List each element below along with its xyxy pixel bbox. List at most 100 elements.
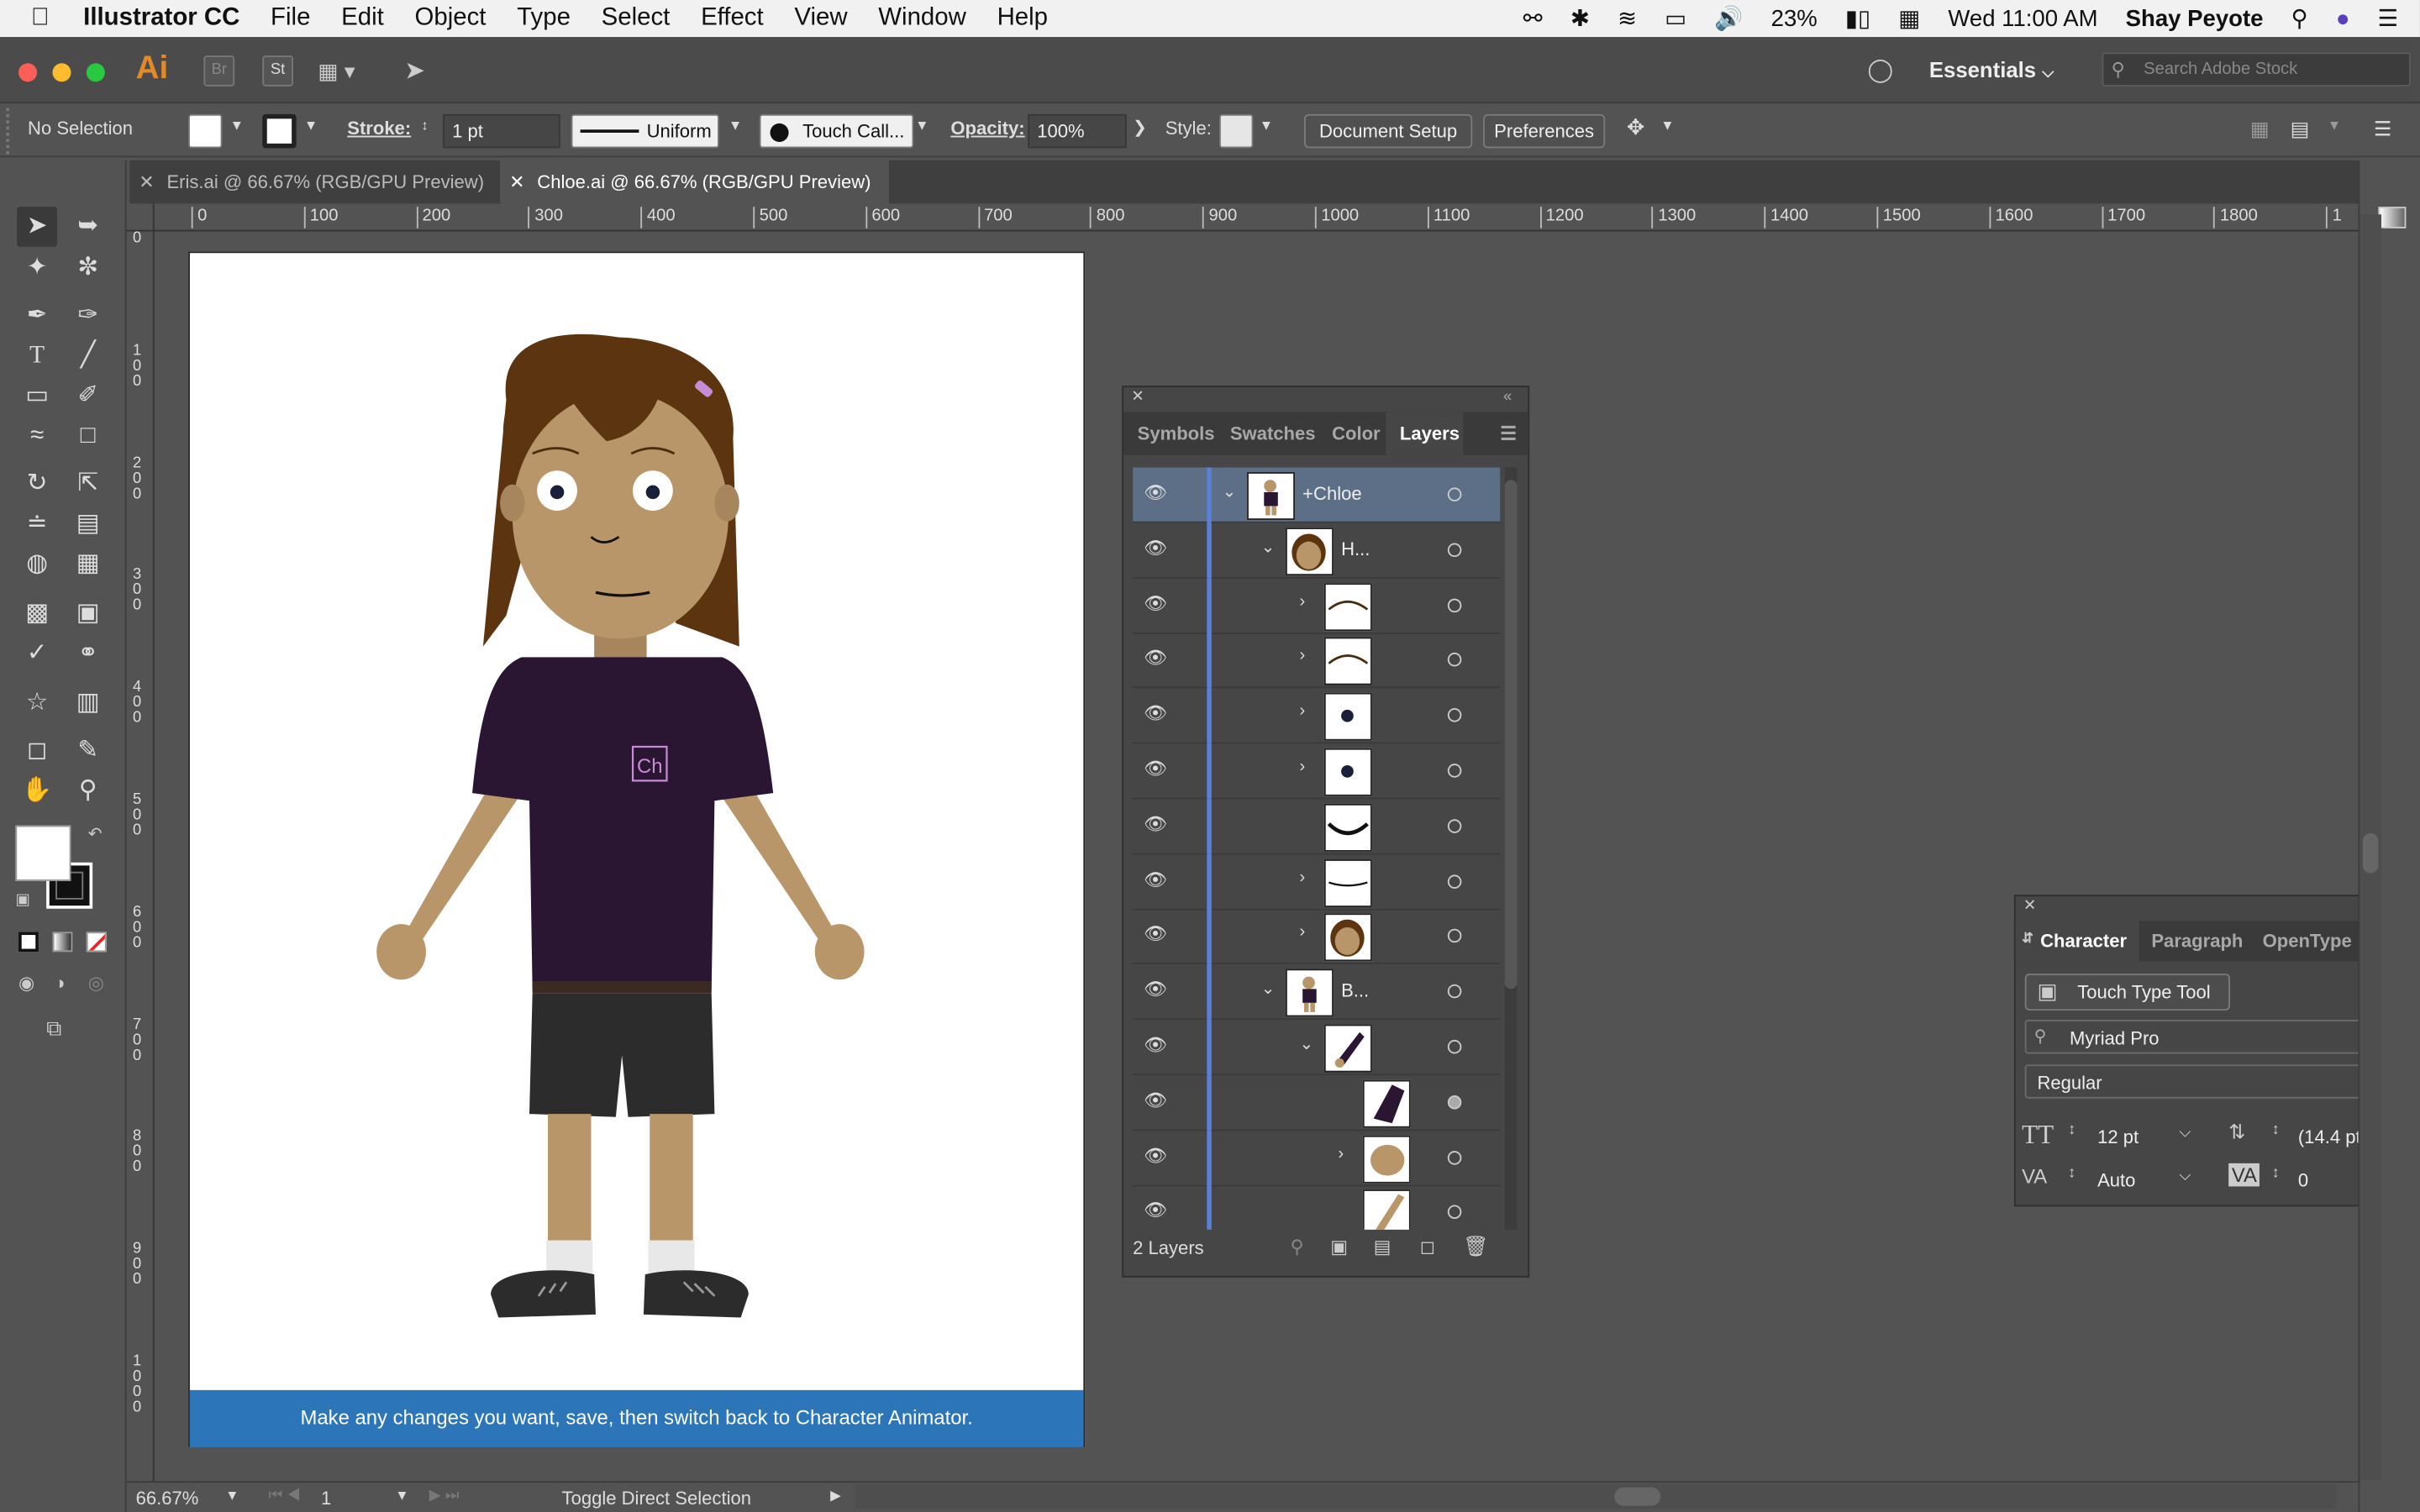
eye-icon[interactable]: 👁 xyxy=(1144,979,1167,1000)
close-icon[interactable]: ✕ xyxy=(1131,389,1144,406)
clipping-mask-icon[interactable]: ▣ xyxy=(1330,1236,1348,1257)
lasso-tool-icon[interactable]: ✼ xyxy=(68,249,108,289)
app-menu[interactable]: Illustrator CC xyxy=(83,5,239,33)
shaper-tool-icon[interactable]: ≈ xyxy=(17,417,57,457)
trash-icon[interactable]: 🗑 xyxy=(1463,1234,1488,1258)
chevron-right-icon[interactable]: › xyxy=(1300,868,1306,886)
eye-icon[interactable]: 👁 xyxy=(1144,481,1167,503)
tab-color[interactable]: Color xyxy=(1332,423,1381,444)
transform-dropdown-icon[interactable]: ▼ xyxy=(2328,118,2341,133)
gradient-tool-icon[interactable]: ▣ xyxy=(68,594,108,634)
graphic-style-swatch[interactable] xyxy=(1218,113,1254,149)
tab-eris[interactable]: ✕ Eris.ai @ 66.67% (RGB/GPU Preview) xyxy=(129,160,500,203)
bluetooth-icon[interactable]: ✱ xyxy=(1570,5,1590,32)
scrollbar-thumb[interactable] xyxy=(1504,480,1518,990)
status-menu-icon[interactable]: ▶ xyxy=(830,1488,841,1504)
kerning-stepper-icon[interactable]: ↕ xyxy=(2068,1165,2075,1182)
mesh-tool-icon[interactable]: ▩ xyxy=(17,594,57,634)
stroke-label[interactable]: Stroke: xyxy=(347,118,411,139)
layer-row[interactable]: 👁 xyxy=(1133,1185,1500,1230)
eye-icon[interactable]: 👁 xyxy=(1144,813,1167,835)
notification-center-icon[interactable]: ☰ xyxy=(2378,5,2399,32)
swap-colors-icon[interactable]: ↶ xyxy=(88,824,103,844)
leading-stepper-icon[interactable]: ↕ xyxy=(2272,1121,2280,1138)
eye-icon[interactable]: 👁 xyxy=(1144,592,1167,614)
isolate-dropdown-icon[interactable]: ▼ xyxy=(1660,118,1674,133)
chloe-character-illustration[interactable]: Ch xyxy=(190,253,1083,1390)
layer-row[interactable]: 👁 › xyxy=(1133,578,1501,634)
eye-icon[interactable]: 👁 xyxy=(1144,868,1167,890)
chevron-right-icon[interactable]: › xyxy=(1300,923,1306,942)
pen-tool-icon[interactable]: ✒ xyxy=(17,297,57,337)
artboard-number[interactable]: 1 xyxy=(321,1488,331,1509)
stock-button[interactable]: St xyxy=(262,55,293,87)
vertical-ruler[interactable]: 0 100 200 300 400 500 600 700 800 900 1000 xyxy=(126,231,155,1482)
fill-swatch[interactable] xyxy=(188,113,223,149)
artboard-tool-icon[interactable]: ◻ xyxy=(17,732,57,772)
draw-behind-icon[interactable]: ◑ xyxy=(54,972,65,994)
first-artboard-icon[interactable]: ⏮ ◀ xyxy=(269,1488,301,1504)
locate-object-icon[interactable]: ⚲ xyxy=(1290,1236,1303,1257)
zoom-tool-icon[interactable]: ⚲ xyxy=(68,771,108,811)
perspective-grid-tool-icon[interactable]: ▦ xyxy=(68,544,108,585)
width-tool-icon[interactable]: ≐ xyxy=(17,505,57,545)
artboard-dropdown-icon[interactable]: ▼ xyxy=(395,1488,408,1503)
canvas-horizontal-scrollbar[interactable] xyxy=(855,1483,2337,1509)
tab-swatches[interactable]: Swatches xyxy=(1230,423,1316,444)
chevron-down-icon[interactable]: ⌄ xyxy=(1261,537,1276,557)
font-family-select[interactable]: Myriad Pro xyxy=(2024,1020,2408,1054)
eye-icon[interactable]: 👁 xyxy=(1144,758,1167,780)
wifi-icon[interactable]: ≋ xyxy=(1618,5,1637,32)
opacity-input[interactable]: 100% xyxy=(1028,113,1127,149)
line-tool-icon[interactable]: ╱ xyxy=(68,336,108,376)
tab-symbols[interactable]: Symbols xyxy=(1138,423,1215,444)
stroke-dropdown-icon[interactable]: ▼ xyxy=(304,118,318,133)
shape-builder-tool-icon[interactable]: ◍ xyxy=(17,544,57,585)
menu-edit[interactable]: Edit xyxy=(341,5,384,33)
clock[interactable]: Wed 11:00 AM xyxy=(1948,5,2097,31)
font-style-select[interactable]: Regular xyxy=(2024,1064,2408,1099)
chevron-down-icon[interactable]: ⌄ xyxy=(1223,481,1237,501)
chevron-right-icon[interactable]: › xyxy=(1300,758,1306,776)
slice-tool-icon[interactable]: ✎ xyxy=(68,732,108,772)
hand-tool-icon[interactable]: ✋ xyxy=(17,771,57,811)
menu-object[interactable]: Object xyxy=(415,5,487,33)
layer-row[interactable]: 👁 xyxy=(1133,799,1501,855)
new-layer-icon[interactable]: ◻ xyxy=(1420,1236,1435,1257)
tab-layers[interactable]: Layers xyxy=(1400,423,1460,444)
eye-icon[interactable]: 👁 xyxy=(1144,537,1167,559)
bridge-button[interactable]: Br xyxy=(203,55,235,87)
tab-paragraph[interactable]: Paragraph xyxy=(2151,931,2243,953)
gpu-performance-icon[interactable]: ➤ xyxy=(404,55,425,87)
chevron-down-icon[interactable]: ⌵ xyxy=(2179,1125,2191,1142)
creative-cloud-icon[interactable]: ⚯ xyxy=(1523,5,1543,32)
eraser-tool-icon[interactable]: □ xyxy=(68,417,108,457)
volume-icon[interactable]: 🔊 xyxy=(1714,5,1743,32)
curvature-tool-icon[interactable]: ✑ xyxy=(68,297,108,337)
target-icon[interactable] xyxy=(1447,764,1462,778)
eye-icon[interactable]: 👁 xyxy=(1144,1144,1167,1166)
zoom-dropdown-icon[interactable]: ▼ xyxy=(225,1488,239,1503)
chevron-right-icon[interactable]: › xyxy=(1300,702,1306,721)
stroke-weight-input[interactable]: 1 pt xyxy=(443,113,560,149)
eye-icon[interactable]: 👁 xyxy=(1144,1200,1167,1221)
layer-row[interactable]: 👁 ⌄ xyxy=(1133,1020,1501,1076)
menu-help[interactable]: Help xyxy=(997,5,1048,33)
collapse-panel-icon[interactable]: « xyxy=(1503,389,1512,406)
target-icon[interactable] xyxy=(1447,597,1462,612)
chevron-down-icon[interactable]: ⌄ xyxy=(1300,1034,1314,1053)
symbol-sprayer-tool-icon[interactable]: ☆ xyxy=(17,684,57,724)
calendar-icon[interactable]: ▦ xyxy=(1898,5,1920,32)
chevron-down-icon[interactable]: ⌄ xyxy=(1261,979,1276,999)
target-icon[interactable] xyxy=(1447,708,1462,722)
search-stock-input[interactable]: Search Adobe Stock xyxy=(2102,52,2411,87)
layer-row[interactable]: 👁 › xyxy=(1133,633,1501,689)
fill-dropdown-icon[interactable]: ▼ xyxy=(230,118,244,133)
workspace-switcher[interactable]: Essentials ⌵ xyxy=(1929,57,2054,81)
stroke-swatch[interactable] xyxy=(262,113,297,149)
layer-row[interactable]: 👁 › xyxy=(1133,853,1501,910)
minimize-window-button[interactable] xyxy=(52,63,71,82)
eyedropper-tool-icon[interactable]: ✓ xyxy=(17,634,57,675)
lightbulb-icon[interactable]: ◯ xyxy=(1867,55,1893,83)
target-icon[interactable] xyxy=(1447,1095,1462,1110)
